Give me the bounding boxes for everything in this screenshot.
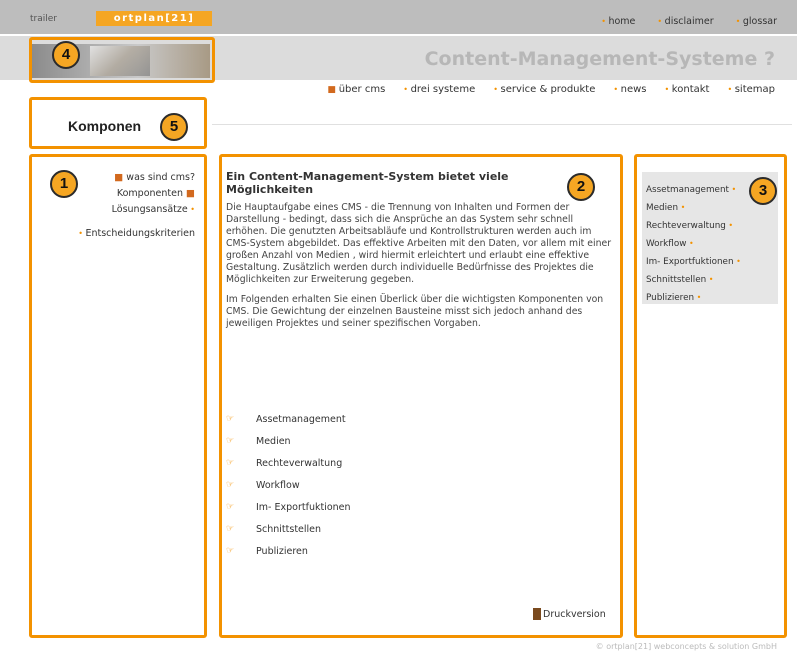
logo[interactable]: ortplan[21] (96, 11, 212, 26)
nav-glossar[interactable]: glossar (736, 16, 777, 27)
page-title: Content-Management-Systeme ? (424, 48, 775, 70)
annotation-frame-3 (634, 154, 787, 638)
annotation-frame-2 (219, 154, 623, 638)
annotation-frame-1 (29, 154, 207, 638)
annotation-badge-4: 4 (52, 41, 80, 69)
subnav-news[interactable]: news (613, 84, 647, 95)
subnav-service-produkte[interactable]: service & produkte (493, 84, 595, 95)
annotation-badge-5: 5 (160, 113, 188, 141)
top-nav: home disclaimer glossar (601, 16, 777, 27)
nav-disclaimer[interactable]: disclaimer (657, 16, 714, 27)
annotation-badge-2: 2 (567, 173, 595, 201)
subnav-drei-systeme[interactable]: drei systeme (403, 84, 476, 95)
divider (212, 124, 792, 125)
footer-copyright: © ortplan[21] webconcepts & solution Gmb… (595, 642, 777, 651)
subnav-sitemap[interactable]: sitemap (727, 84, 775, 95)
sub-nav: über cms drei systeme service & produkte… (327, 84, 775, 95)
annotation-badge-3: 3 (749, 177, 777, 205)
trailer-link[interactable]: trailer (30, 14, 57, 24)
annotation-badge-1: 1 (50, 170, 78, 198)
subnav-kontakt[interactable]: kontakt (665, 84, 710, 95)
subnav-ueber-cms[interactable]: über cms (327, 84, 386, 95)
nav-home[interactable]: home (601, 16, 635, 27)
